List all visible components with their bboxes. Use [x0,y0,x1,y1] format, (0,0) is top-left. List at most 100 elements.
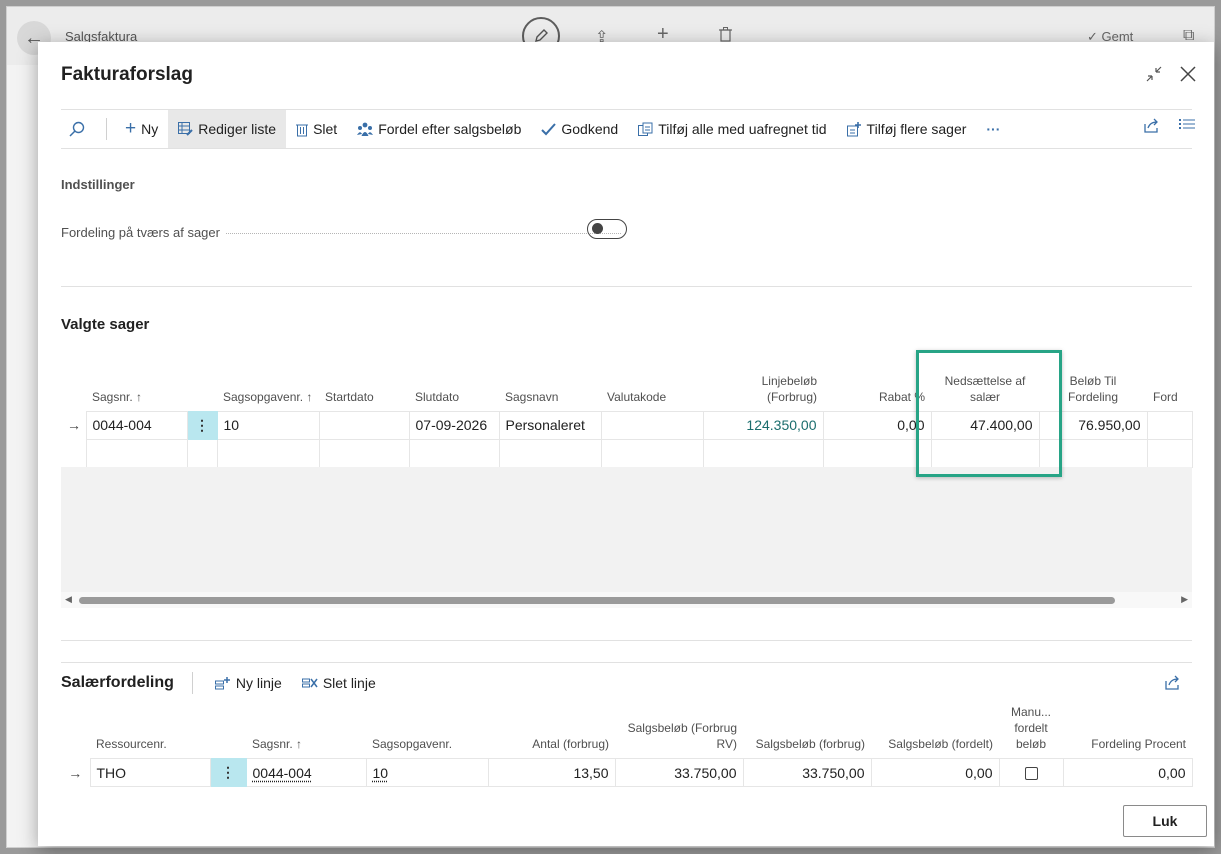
cell-discount[interactable]: 0,00 [822,410,932,440]
col-quantity[interactable]: Antal (forbrug) [488,704,615,759]
cell-job-no[interactable]: 0044-004 [85,410,188,440]
cell-distribution[interactable] [1146,410,1193,440]
table-row[interactable]: → THO ⋮ 0044-004 10 13,50 33.750,00 33.7… [61,758,1193,787]
people-group-icon [357,122,374,136]
share-icon[interactable] [1144,118,1160,138]
col-line-amount[interactable]: Linjebeløb (Forbrug) [703,352,823,411]
checkbox[interactable] [1024,767,1038,781]
collapse-icon[interactable] [1142,62,1166,86]
col-fee-reduction[interactable]: Nedsættelse af salær [931,352,1039,411]
col-sales-amount-distributed[interactable]: Salgsbeløb (fordelt) [871,704,999,759]
checkmark-icon [541,122,557,136]
add-more-jobs-button[interactable]: Tilføj flere sager [837,110,977,148]
empty-cell[interactable] [600,438,704,468]
scrollbar-thumb[interactable] [79,597,1115,604]
col-manual-amount[interactable]: Manu... fordelt beløb [999,704,1063,759]
col-start-date[interactable]: Startdato [319,352,409,411]
new-line-button[interactable]: Ny linje [205,664,292,702]
approve-label: Godkend [561,121,619,137]
list-view-icon[interactable] [1179,118,1195,137]
cell-sales-amount-distributed[interactable]: 0,00 [870,758,1000,787]
empty-cell[interactable] [85,438,188,468]
col-distribution[interactable]: Ford [1147,352,1192,411]
cell-start-date[interactable] [318,410,410,440]
empty-cell [61,439,86,467]
add-all-unbilled-button[interactable]: Tilføj alle med uafregnet tid [628,110,836,148]
delete-label: Slet [313,121,338,137]
edit-list-label: Rediger liste [198,121,277,137]
col-task-no[interactable]: Sagsopgavenr. ↑ [217,352,319,411]
cell-task-no[interactable]: 10 [216,410,320,440]
manual-amount-checkbox[interactable] [998,758,1064,787]
search-button[interactable] [61,110,98,148]
scroll-right-icon[interactable]: ▶ [1181,594,1188,605]
cell-sales-amount[interactable]: 33.750,00 [742,758,872,787]
edit-list-button[interactable]: Rediger liste [168,110,287,148]
row-menu-icon[interactable]: ⋮ [209,758,247,787]
dialog-title: Fakturaforslag [61,64,193,85]
empty-cell[interactable] [930,438,1040,468]
cell-job-no[interactable]: 0044-004 [245,758,367,787]
horizontal-scrollbar[interactable]: ◀ ▶ [61,592,1192,608]
more-actions-button[interactable]: ··· [976,110,1010,148]
cell-fee-reduction[interactable]: 47.400,00 [930,410,1040,440]
delete-line-icon [301,676,318,690]
close-icon[interactable] [1176,62,1200,86]
row-menu-icon[interactable]: ⋮ [186,410,218,440]
empty-cell[interactable] [1146,438,1193,468]
fee-distribution-bar: Salærfordeling Ny linje Slet linje [61,662,1192,702]
empty-cell[interactable] [318,438,410,468]
new-button[interactable]: + Ny [115,110,168,148]
close-button[interactable]: Luk [1123,805,1207,837]
cell-resource[interactable]: THO [89,758,211,787]
cell-line-amount[interactable]: 124.350,00 [702,410,824,440]
col-task-no[interactable]: Sagsopgavenr. [366,704,488,759]
col-amount-to-distribute[interactable]: Beløb Til Fordeling [1039,352,1147,411]
scroll-left-icon[interactable]: ◀ [65,594,72,605]
table-row-empty[interactable] [61,438,1193,468]
cell-distribution-pct[interactable]: 0,00 [1062,758,1193,787]
empty-cell[interactable] [822,438,932,468]
col-sales-amount-rv[interactable]: Salgsbeløb (Forbrug RV) [615,704,743,759]
col-discount[interactable]: Rabat % [823,352,931,411]
approve-button[interactable]: Godkend [531,110,628,148]
cell-amount-to-distribute[interactable]: 76.950,00 [1038,410,1148,440]
col-job-name[interactable]: Sagsnavn [499,352,601,411]
cell-end-date[interactable]: 07-09-2026 [408,410,500,440]
cell-task-no[interactable]: 10 [365,758,489,787]
col-distribution-pct[interactable]: Fordeling Procent [1063,704,1192,759]
delete-line-button[interactable]: Slet linje [292,664,386,702]
trash-icon [296,122,309,137]
divider [61,640,1192,641]
new-line-icon [214,676,231,690]
cross-job-toggle[interactable] [587,219,627,239]
share-icon[interactable] [1165,675,1181,693]
table-row[interactable]: → 0044-004 ⋮ 10 07-09-2026 Personaleret … [61,410,1193,440]
cell-quantity[interactable]: 13,50 [487,758,616,787]
row-arrow-icon: → [67,417,81,433]
cross-job-label: Fordeling på tværs af sager [61,224,220,240]
empty-cell[interactable] [186,438,218,468]
cell-sales-amount-rv[interactable]: 33.750,00 [614,758,744,787]
add-all-unbilled-label: Tilføj alle med uafregnet tid [658,121,827,137]
col-job-no[interactable]: Sagsnr. ↑ [86,352,187,411]
delete-button[interactable]: Slet [286,110,347,148]
col-currency[interactable]: Valutakode [601,352,703,411]
cell-job-name[interactable]: Personaleret [498,410,602,440]
selected-jobs-grid: Sagsnr. ↑ Sagsopgavenr. ↑ Startdato Slut… [61,352,1193,468]
empty-cell[interactable] [702,438,824,468]
add-more-jobs-label: Tilføj flere sager [866,121,967,137]
col-end-date[interactable]: Slutdato [409,352,499,411]
empty-cell[interactable] [498,438,602,468]
col-sales-amount[interactable]: Salgsbeløb (forbrug) [743,704,871,759]
empty-cell[interactable] [1038,438,1148,468]
col-job-no[interactable]: Sagsnr. ↑ [246,704,366,759]
col-spacer [61,352,86,411]
col-resource[interactable]: Ressourcenr. [90,704,210,759]
distribute-by-sales-button[interactable]: Fordel efter salgsbeløb [347,110,531,148]
empty-cell[interactable] [408,438,500,468]
settings-heading: Indstillinger [61,177,135,192]
plus-icon: + [125,118,137,139]
empty-cell[interactable] [216,438,320,468]
cell-currency[interactable] [600,410,704,440]
